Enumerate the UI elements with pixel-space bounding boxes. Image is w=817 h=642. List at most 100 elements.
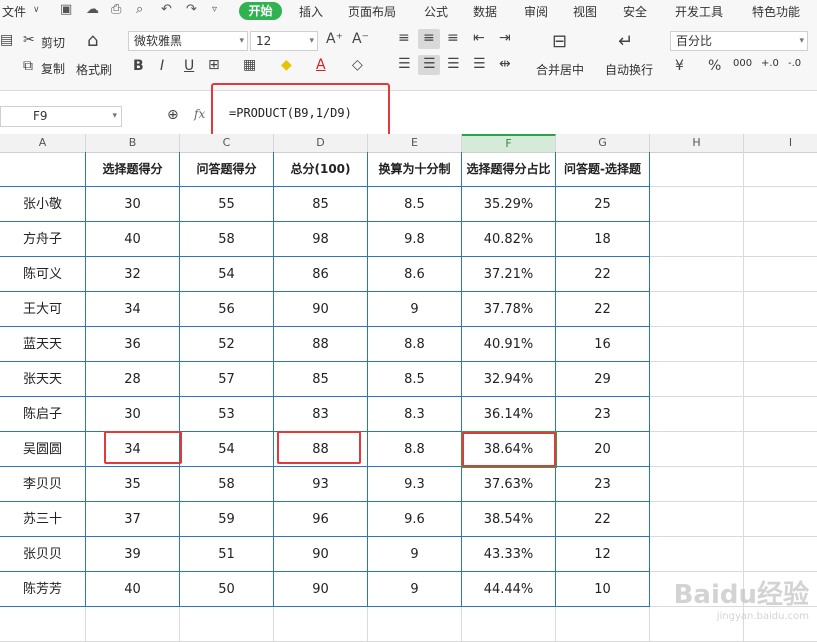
- table-cell[interactable]: 44.44%: [462, 572, 556, 607]
- table-cell[interactable]: 83: [274, 397, 368, 432]
- table-cell[interactable]: 90: [274, 292, 368, 327]
- empty-cell[interactable]: [86, 607, 180, 642]
- percent-icon[interactable]: %: [708, 58, 721, 74]
- empty-cell[interactable]: [650, 292, 744, 327]
- table-cell[interactable]: 37.78%: [462, 292, 556, 327]
- border-icon[interactable]: ⊞: [208, 57, 220, 73]
- column-header-C[interactable]: C: [180, 134, 274, 152]
- table-cell[interactable]: 50: [180, 572, 274, 607]
- name-cell[interactable]: 苏三十: [0, 502, 86, 537]
- tab-data[interactable]: 数据: [473, 3, 497, 20]
- tab-special[interactable]: 特色功能: [752, 3, 800, 20]
- column-header-E[interactable]: E: [368, 134, 462, 152]
- table-cell[interactable]: 35.29%: [462, 187, 556, 222]
- table-cell[interactable]: 96: [274, 502, 368, 537]
- table-cell[interactable]: 8.8: [368, 432, 462, 467]
- name-cell[interactable]: 陈可义: [0, 257, 86, 292]
- table-cell[interactable]: 85: [274, 362, 368, 397]
- empty-cell[interactable]: [744, 222, 817, 257]
- empty-cell[interactable]: [0, 607, 86, 642]
- table-cell[interactable]: 22: [556, 502, 650, 537]
- save-icon[interactable]: ▣: [60, 2, 72, 17]
- table-cell[interactable]: 8.5: [368, 187, 462, 222]
- table-cell[interactable]: 98: [274, 222, 368, 257]
- table-cell[interactable]: 9: [368, 572, 462, 607]
- empty-cell[interactable]: [650, 467, 744, 502]
- empty-cell[interactable]: [650, 432, 744, 467]
- empty-cell[interactable]: [744, 327, 817, 362]
- name-box[interactable]: F9 ▾: [0, 106, 122, 127]
- name-cell[interactable]: 张小敬: [0, 187, 86, 222]
- empty-cell[interactable]: [744, 502, 817, 537]
- name-cell[interactable]: 张天天: [0, 362, 86, 397]
- font-shrink-icon[interactable]: A⁻: [352, 31, 369, 47]
- column-header-H[interactable]: H: [650, 134, 744, 152]
- table-header-cell[interactable]: 总分(100): [274, 152, 368, 187]
- align-left-icon[interactable]: ☰: [398, 56, 411, 72]
- table-cell[interactable]: 40.91%: [462, 327, 556, 362]
- table-header-cell[interactable]: 问答题-选择题: [556, 152, 650, 187]
- table-cell[interactable]: 40.82%: [462, 222, 556, 257]
- empty-cell[interactable]: [744, 152, 817, 187]
- name-cell[interactable]: 方舟子: [0, 222, 86, 257]
- print-icon[interactable]: ⎙: [111, 2, 121, 17]
- fx-icon[interactable]: fx: [194, 107, 205, 121]
- table-cell[interactable]: 10: [556, 572, 650, 607]
- name-cell[interactable]: 张贝贝: [0, 537, 86, 572]
- table-cell[interactable]: 40: [86, 572, 180, 607]
- column-header-I[interactable]: I: [744, 134, 817, 152]
- empty-cell[interactable]: [180, 607, 274, 642]
- table-cell[interactable]: 36.14%: [462, 397, 556, 432]
- table-cell[interactable]: 58: [180, 467, 274, 502]
- empty-cell[interactable]: [650, 397, 744, 432]
- table-cell[interactable]: 8.3: [368, 397, 462, 432]
- table-cell[interactable]: 54: [180, 432, 274, 467]
- table-cell[interactable]: 93: [274, 467, 368, 502]
- table-cell[interactable]: 59: [180, 502, 274, 537]
- table-cell[interactable]: 18: [556, 222, 650, 257]
- table-cell[interactable]: 30: [86, 397, 180, 432]
- table-cell[interactable]: 23: [556, 397, 650, 432]
- empty-cell[interactable]: [744, 537, 817, 572]
- empty-cell[interactable]: [462, 607, 556, 642]
- increase-decimal-button[interactable]: +.0: [761, 58, 779, 69]
- empty-cell[interactable]: [744, 187, 817, 222]
- empty-cell[interactable]: [650, 537, 744, 572]
- indent-increase-icon[interactable]: ⇥: [499, 30, 511, 46]
- table-cell[interactable]: 36: [86, 327, 180, 362]
- table-cell[interactable]: 90: [274, 572, 368, 607]
- table-cell[interactable]: 52: [180, 327, 274, 362]
- cut-button[interactable]: 剪切: [41, 34, 65, 51]
- align-middle-icon[interactable]: ≡: [423, 30, 435, 46]
- empty-cell[interactable]: [744, 432, 817, 467]
- table-cell[interactable]: 57: [180, 362, 274, 397]
- tab-page-layout[interactable]: 页面布局: [348, 3, 396, 20]
- empty-cell[interactable]: [556, 607, 650, 642]
- table-cell[interactable]: 29: [556, 362, 650, 397]
- table-cell[interactable]: 56: [180, 292, 274, 327]
- table-cell[interactable]: 43.33%: [462, 537, 556, 572]
- table-cell[interactable]: 8.8: [368, 327, 462, 362]
- align-top-icon[interactable]: ≡: [398, 30, 410, 46]
- table-cell[interactable]: 12: [556, 537, 650, 572]
- table-cell[interactable]: 23: [556, 467, 650, 502]
- print-preview-icon[interactable]: ⌕: [136, 2, 143, 17]
- format-painter-icon[interactable]: ⌂: [87, 30, 98, 51]
- scissors-icon[interactable]: ✂: [23, 32, 35, 48]
- empty-cell[interactable]: [650, 327, 744, 362]
- table-cell[interactable]: 28: [86, 362, 180, 397]
- table-cell[interactable]: 9: [368, 537, 462, 572]
- table-cell[interactable]: 53: [180, 397, 274, 432]
- empty-cell[interactable]: [744, 362, 817, 397]
- table-cell[interactable]: 86: [274, 257, 368, 292]
- table-cell[interactable]: 35: [86, 467, 180, 502]
- table-cell[interactable]: 37.63%: [462, 467, 556, 502]
- align-bottom-icon[interactable]: ≡: [447, 30, 459, 46]
- copy-button[interactable]: 复制: [41, 60, 65, 77]
- file-menu[interactable]: 文件: [2, 3, 26, 20]
- table-cell[interactable]: 9.6: [368, 502, 462, 537]
- empty-cell[interactable]: [274, 607, 368, 642]
- empty-cell[interactable]: [650, 187, 744, 222]
- distribute-icon[interactable]: ⇹: [499, 56, 511, 72]
- chevron-down-icon[interactable]: ∨: [33, 5, 40, 15]
